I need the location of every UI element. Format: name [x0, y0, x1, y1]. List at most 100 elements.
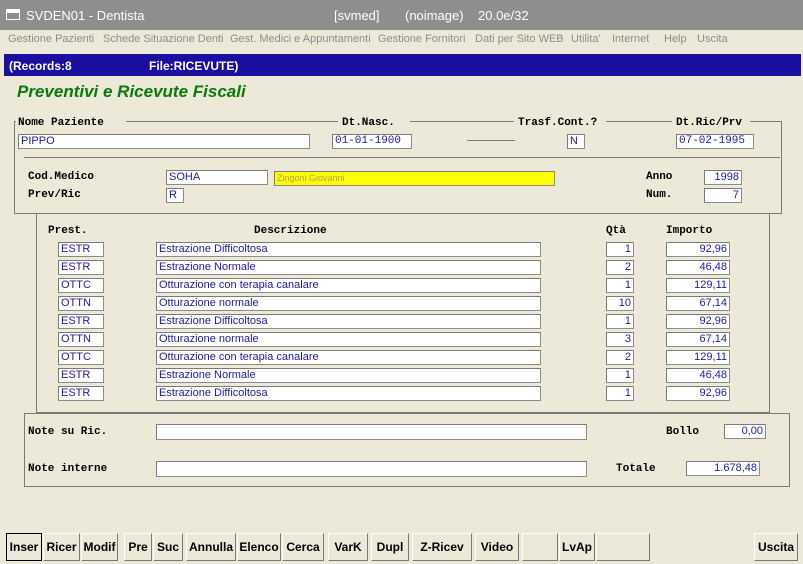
label-trasf-cont: Trasf.Cont.?	[518, 117, 598, 129]
year-field[interactable]: 1998	[704, 170, 742, 185]
record-header: (Records:8 File:RICEVUTE)	[4, 54, 801, 76]
doctor-code-field[interactable]: SOHA	[166, 170, 268, 185]
app-version: 20.0e/32	[478, 8, 529, 23]
trasf-cont-field[interactable]: N	[567, 134, 585, 149]
lvap-button[interactable]: LvAp	[559, 533, 595, 561]
blank-button-2[interactable]	[596, 533, 650, 561]
row-amount-field[interactable]: 92,96	[666, 386, 730, 401]
label-num: Num.	[646, 189, 673, 201]
action-toolbar: Inser Ricer Modif Pre Suc Annulla Elenco…	[4, 533, 801, 562]
row-description-field[interactable]: Otturazione con terapia canalare	[156, 350, 541, 365]
row-quantity-field[interactable]: 1	[606, 242, 634, 257]
row-description-field[interactable]: Otturazione normale	[156, 332, 541, 347]
previous-button[interactable]: Pre	[124, 533, 152, 561]
row-description-field[interactable]: Estrazione Difficoltosa	[156, 242, 541, 257]
column-header-prest: Prest.	[48, 225, 88, 237]
z-receipt-button[interactable]: Z-Ricev	[412, 533, 472, 561]
menu-bar: Gestione Pazienti Schede Situazione Dent…	[0, 30, 803, 50]
row-amount-field[interactable]: 67,14	[666, 332, 730, 347]
row-quantity-field[interactable]: 1	[606, 368, 634, 383]
menu-help[interactable]: Help	[664, 33, 687, 45]
receipt-notes-field[interactable]	[156, 424, 587, 440]
menu-gestione-fornitori[interactable]: Gestione Fornitori	[378, 33, 465, 45]
stamp-duty-field[interactable]: 0,00	[724, 424, 766, 439]
row-quantity-field[interactable]: 1	[606, 314, 634, 329]
row-description-field[interactable]: Estrazione Difficoltosa	[156, 314, 541, 329]
group-divider	[24, 157, 780, 158]
row-prest-field[interactable]: ESTR	[58, 386, 104, 401]
label-bollo: Bollo	[666, 426, 700, 438]
blank-button-1[interactable]	[522, 533, 558, 561]
page-title: Preventivi e Ricevute Fiscali	[17, 82, 246, 101]
label-note-interne: Note interne	[28, 463, 108, 475]
row-description-field[interactable]: Otturazione con terapia canalare	[156, 278, 541, 293]
total-field: 1.678,48	[686, 461, 760, 476]
menu-gestione-pazienti[interactable]: Gestione Pazienti	[8, 33, 94, 45]
receipt-date-field[interactable]: 07-02-1995	[676, 134, 754, 149]
window-icon[interactable]	[6, 9, 20, 20]
duplicate-button[interactable]: Dupl	[371, 533, 409, 561]
row-amount-field[interactable]: 129,11	[666, 278, 730, 293]
row-quantity-field[interactable]: 2	[606, 350, 634, 365]
row-prest-field[interactable]: ESTR	[58, 314, 104, 329]
row-quantity-field[interactable]: 2	[606, 260, 634, 275]
row-prest-field[interactable]: OTTN	[58, 296, 104, 311]
list-button[interactable]: Elenco	[237, 533, 281, 561]
row-amount-field[interactable]: 92,96	[666, 314, 730, 329]
column-header-descrizione: Descrizione	[254, 225, 327, 237]
label-prev-ric: Prev/Ric	[28, 189, 81, 201]
row-prest-field[interactable]: OTTN	[58, 332, 104, 347]
insert-button[interactable]: Inser	[6, 533, 42, 561]
row-quantity-field[interactable]: 3	[606, 332, 634, 347]
row-amount-field[interactable]: 129,11	[666, 350, 730, 365]
number-field[interactable]: 7	[704, 188, 742, 203]
row-prest-field[interactable]: OTTC	[58, 350, 104, 365]
menu-sito-web[interactable]: Dati per Sito WEB	[475, 33, 564, 45]
records-count: (Records:8	[9, 59, 72, 73]
video-button[interactable]: Video	[475, 533, 519, 561]
row-prest-field[interactable]: ESTR	[58, 242, 104, 257]
menu-internet[interactable]: Internet	[612, 33, 649, 45]
row-amount-field[interactable]: 46,48	[666, 260, 730, 275]
modify-button[interactable]: Modif	[81, 533, 118, 561]
row-quantity-field[interactable]: 1	[606, 278, 634, 293]
row-prest-field[interactable]: ESTR	[58, 368, 104, 383]
patient-name-field[interactable]: PIPPO	[18, 134, 310, 149]
row-amount-field[interactable]: 92,96	[666, 242, 730, 257]
find-button[interactable]: Cerca	[282, 533, 324, 561]
menu-schede-denti[interactable]: Schede Situazione Denti	[103, 33, 223, 45]
row-description-field[interactable]: Otturazione normale	[156, 296, 541, 311]
cancel-button[interactable]: Annulla	[186, 533, 236, 561]
row-quantity-field[interactable]: 1	[606, 386, 634, 401]
menu-medici-appuntamenti[interactable]: Gest. Medici e Appuntamenti	[230, 33, 371, 45]
image-mode: (noimage)	[405, 8, 464, 23]
doctor-name-field: Zingoni Giovanni	[274, 171, 555, 186]
row-amount-field[interactable]: 67,14	[666, 296, 730, 311]
server-name: [svmed]	[334, 8, 380, 23]
row-prest-field[interactable]: OTTC	[58, 278, 104, 293]
menu-uscita[interactable]: Uscita	[697, 33, 728, 45]
row-amount-field[interactable]: 46,48	[666, 368, 730, 383]
exit-button[interactable]: Uscita	[754, 533, 798, 561]
birth-date-field[interactable]: 01-01-1900	[332, 134, 412, 149]
row-description-field[interactable]: Estrazione Normale	[156, 260, 541, 275]
app-title: SVDEN01 - Dentista	[26, 8, 145, 23]
row-quantity-field[interactable]: 10	[606, 296, 634, 311]
search-button[interactable]: Ricer	[43, 533, 80, 561]
row-description-field[interactable]: Estrazione Normale	[156, 368, 541, 383]
row-description-field[interactable]: Estrazione Difficoltosa	[156, 386, 541, 401]
internal-notes-field[interactable]	[156, 461, 587, 477]
label-nome-paziente: Nome Paziente	[18, 117, 104, 129]
row-prest-field[interactable]: ESTR	[58, 260, 104, 275]
next-button[interactable]: Suc	[153, 533, 183, 561]
label-totale: Totale	[616, 463, 656, 475]
prev-ric-field[interactable]: R	[166, 188, 184, 203]
column-header-qta: Qtà	[606, 225, 626, 237]
label-note-ric: Note su Ric.	[28, 426, 108, 438]
label-dt-ric-prv: Dt.Ric/Prv	[676, 117, 743, 129]
change-key-button[interactable]: VarK	[328, 533, 368, 561]
menu-utilita[interactable]: Utilita'	[571, 33, 601, 45]
label-dt-nasc: Dt.Nasc.	[342, 117, 395, 129]
separator-line	[467, 140, 515, 141]
column-header-importo: Importo	[666, 225, 713, 237]
